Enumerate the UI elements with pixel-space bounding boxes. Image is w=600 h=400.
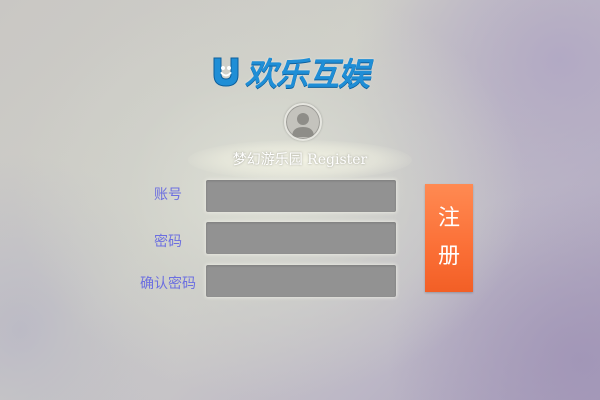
account-field[interactable]	[206, 180, 396, 212]
page-title: 梦幻游乐园 Register	[232, 152, 368, 168]
smile-u-logo-icon	[211, 55, 241, 89]
brand-logo: 欢乐互娱	[211, 50, 381, 94]
register-button[interactable]: 注 册	[425, 184, 473, 292]
account-label: 账号	[154, 187, 182, 203]
password-field[interactable]	[206, 222, 396, 254]
password-label: 密码	[154, 234, 182, 250]
brand-name: 欢乐互娱	[245, 55, 370, 93]
confirm-password-field[interactable]	[206, 265, 396, 297]
user-avatar-icon	[284, 103, 322, 141]
confirm-password-label: 确认密码	[140, 276, 196, 292]
register-button-char-2: 册	[437, 244, 460, 269]
register-button-char-1: 注	[437, 206, 460, 231]
